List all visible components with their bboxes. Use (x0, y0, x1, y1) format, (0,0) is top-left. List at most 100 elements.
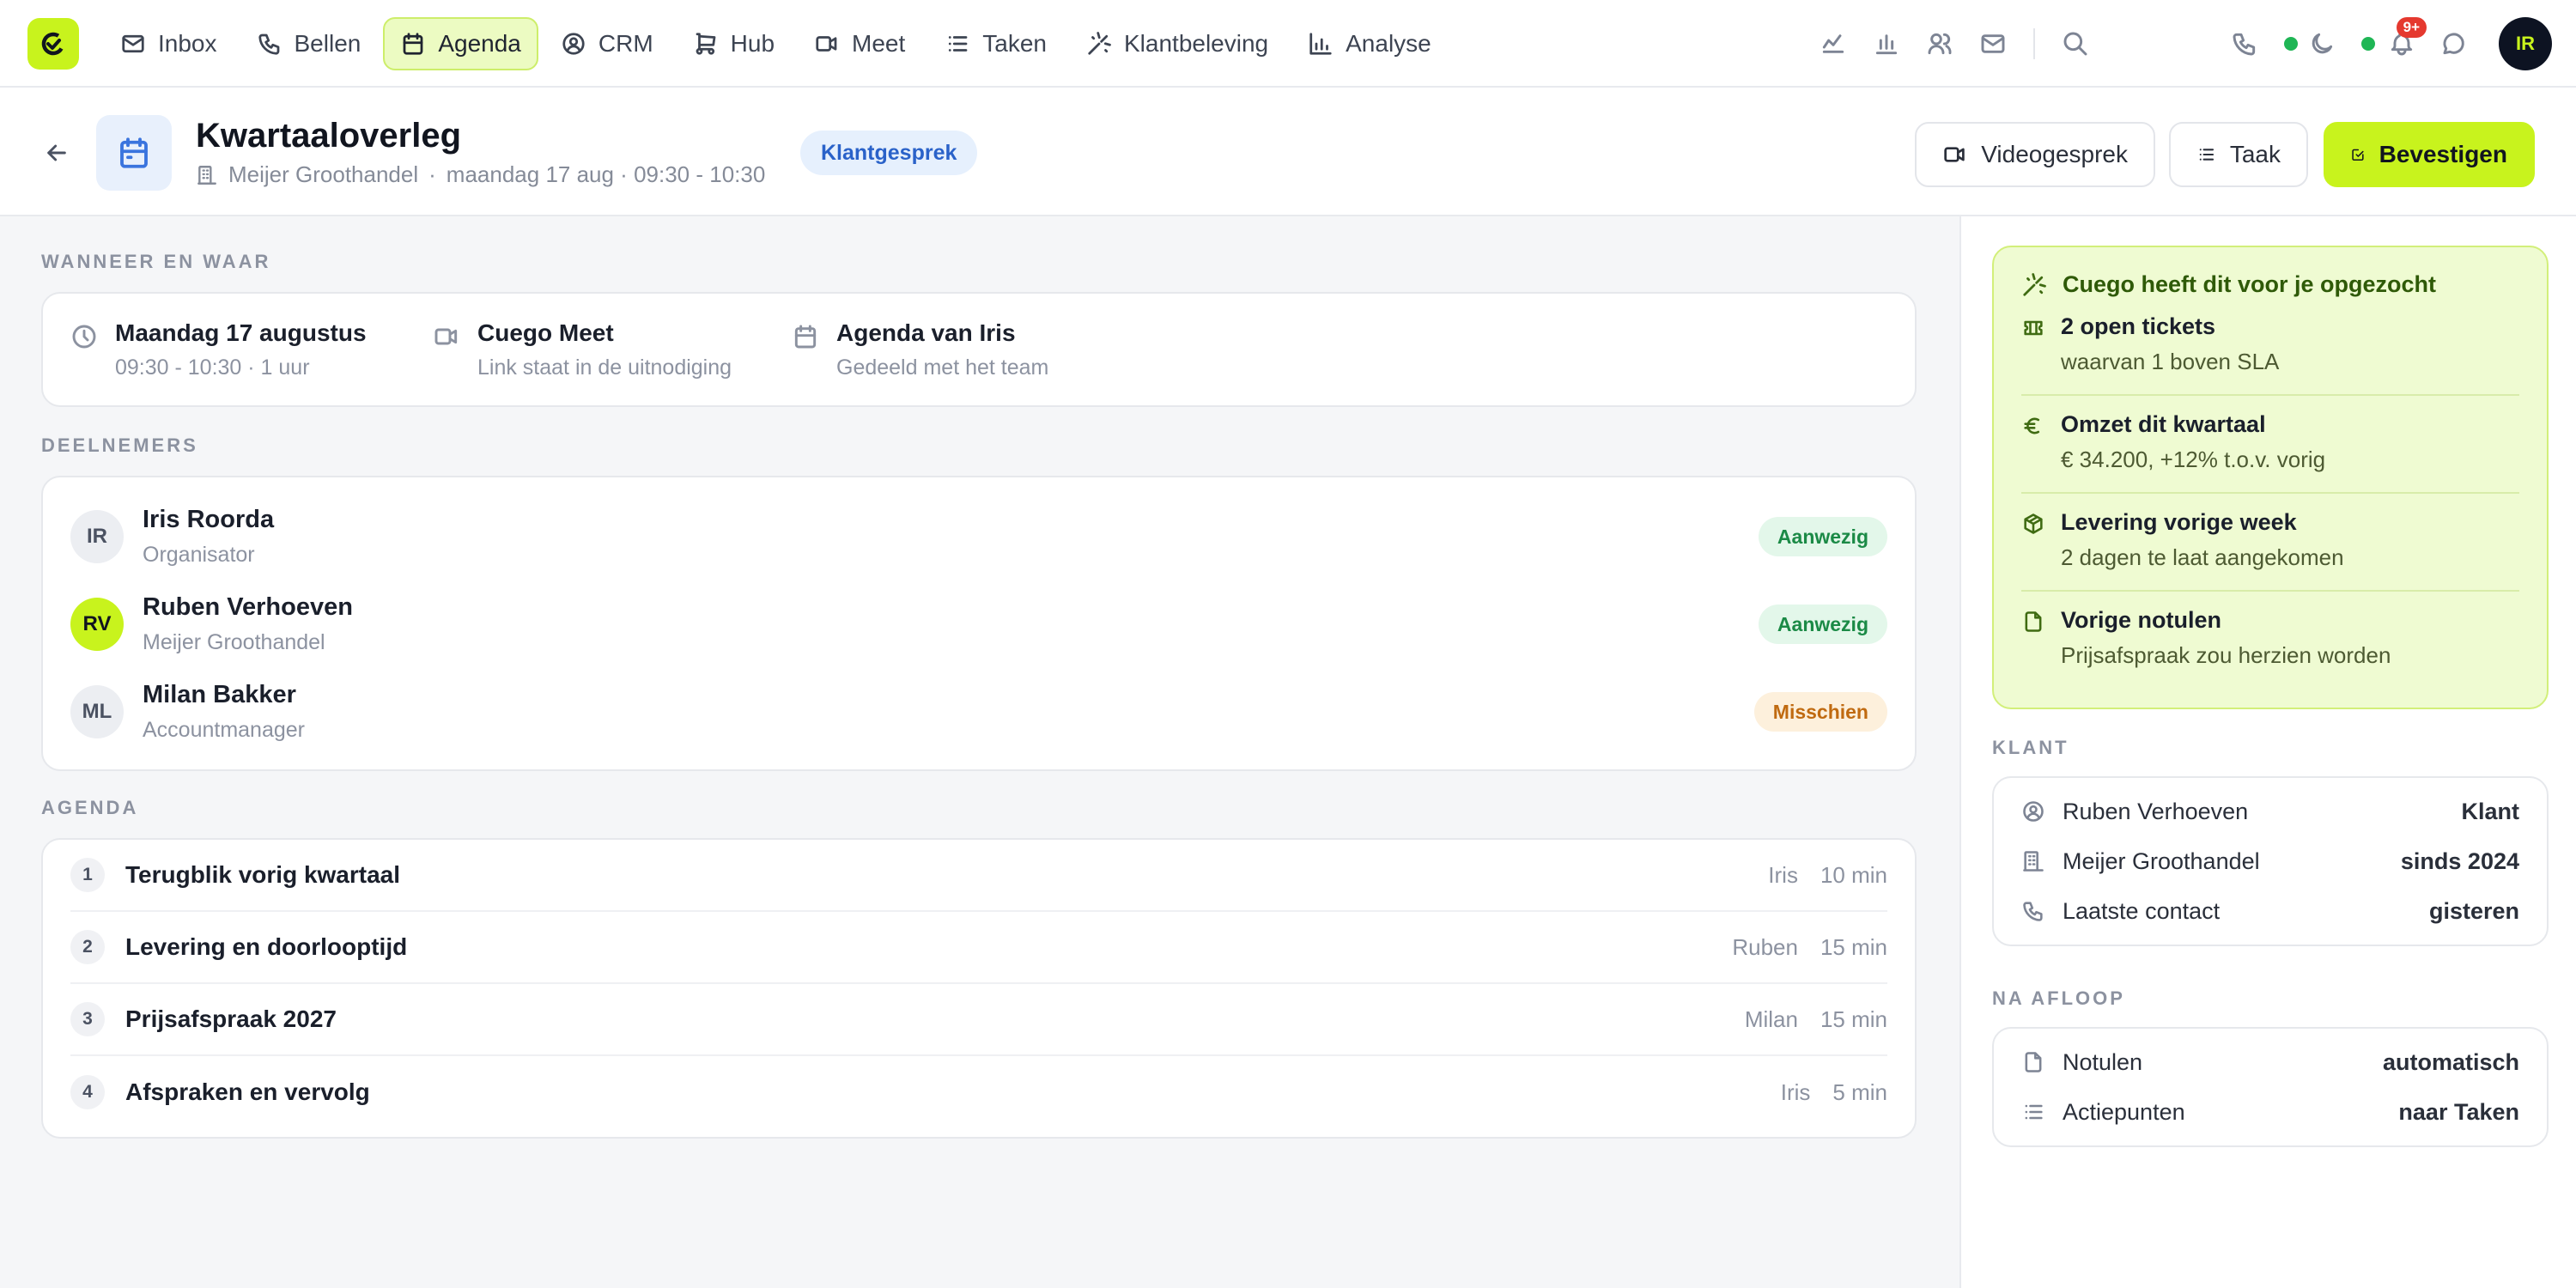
list-icon (949, 36, 968, 52)
when-item-calendar[interactable]: Agenda van Iris Gedeeld met het team (792, 319, 1048, 380)
confirm-button[interactable]: Bevestigen (2324, 122, 2535, 187)
insight-title: Vorige notulen (2061, 607, 2221, 633)
app-logo[interactable] (27, 18, 79, 70)
after-value: naar Taken (2398, 1098, 2519, 1125)
client-company-row[interactable]: Meijer Groothandel sinds 2024 (2021, 836, 2519, 886)
nav-item-inbox[interactable]: Inbox (103, 17, 234, 70)
client-value: gisteren (2428, 897, 2519, 924)
insight-desc: 2 dagen te laat aangekomen (2061, 544, 2344, 570)
agenda-item[interactable]: 2 Levering en doorlooptijd Ruben 15 min (70, 912, 1887, 984)
insight-item[interactable]: 2 open tickets waarvan 1 boven SLA (2021, 298, 2519, 396)
nav-item-agenda[interactable]: Agenda (383, 17, 538, 70)
agenda-owner: Ruben (1732, 933, 1798, 960)
trend-button[interactable] (1807, 17, 1860, 70)
back-button[interactable] (38, 134, 76, 172)
video-icon (434, 328, 458, 345)
participant-role: Organisator (143, 543, 255, 567)
subtitle-separator: · (428, 161, 436, 187)
agenda-owner: Milan (1744, 1005, 1798, 1032)
agenda-title: Levering en doorlooptijd (125, 933, 408, 960)
notification-badge: 9+ (2396, 17, 2427, 38)
list-icon (2025, 1104, 2043, 1120)
participant-name: Iris Roorda (143, 506, 275, 533)
ai-insights-header: Cuego heeft dit voor je opgezocht (2021, 271, 2519, 298)
chat-button[interactable] (2428, 17, 2482, 70)
insight-desc: Prijsafspraak zou herzien worden (2061, 642, 2391, 668)
nav-item-analyse[interactable]: Analyse (1291, 17, 1449, 70)
task-button[interactable]: Taak (2169, 122, 2308, 187)
insight-desc: waarvan 1 boven SLA (2061, 349, 2280, 374)
insight-item[interactable]: Omzet dit kwartaal € 34.200, +12% t.o.v.… (2021, 396, 2519, 494)
euro-icon (2024, 417, 2040, 434)
page-header: Kwartaaloverleg Meijer Groothandel · maa… (0, 88, 2576, 216)
insight-title: 2 open tickets (2061, 313, 2216, 339)
messages-button[interactable] (1966, 17, 2020, 70)
phone-icon (2023, 902, 2043, 921)
when-item-location[interactable]: Cuego Meet Link staat in de uitnodiging (433, 319, 747, 380)
participant-name: Ruben Verhoeven (143, 593, 353, 621)
event-company: Meijer Groothandel (228, 161, 419, 187)
video-call-button[interactable]: Videogesprek (1915, 122, 2155, 187)
nav-item-klantbeleving[interactable]: Klantbeleving (1069, 17, 1285, 70)
clock-icon (72, 325, 96, 349)
nav-item-bellen[interactable]: Bellen (240, 17, 379, 70)
agenda-item[interactable]: 4 Afspraken en vervolg Iris 5 min (70, 1056, 1887, 1128)
participant-row[interactable]: ML Milan Bakker Accountmanager Misschien (70, 668, 1887, 756)
video-icon (816, 36, 837, 52)
stats-button[interactable] (1860, 17, 1913, 70)
confirm-label: Bevestigen (2379, 141, 2507, 167)
user-circle-icon (2023, 801, 2044, 822)
client-contact-row[interactable]: Ruben Verhoeven Klant (2021, 787, 2519, 836)
search-button[interactable] (2049, 17, 2102, 70)
agenda-title: Afspraken en vervolg (125, 1078, 370, 1105)
section-label-client: KLANT (1992, 737, 2069, 758)
nav-item-label: Bellen (294, 30, 361, 57)
context-sidebar: Cuego heeft dit voor je opgezocht 2 open… (1959, 216, 2576, 1288)
nav-item-label: Hub (730, 30, 775, 57)
notifications-button[interactable]: 9+ (2375, 17, 2428, 70)
insight-item[interactable]: Vorige notulen Prijsafspraak zou herzien… (2021, 592, 2519, 688)
nav-item-label: Agenda (438, 30, 521, 57)
nav-item-label: Inbox (158, 30, 217, 57)
top-navigation: Inbox Bellen Agenda CRM Hub Meet Taken K… (0, 0, 2576, 88)
when-sub: Gedeeld met het team (836, 355, 1049, 380)
nav-item-meet[interactable]: Meet (797, 17, 922, 70)
nav-item-crm[interactable]: CRM (544, 17, 671, 70)
video-call-label: Videogesprek (1981, 141, 2128, 167)
avatar: IR (70, 510, 124, 563)
user-avatar[interactable]: IR (2499, 17, 2552, 70)
event-subtitle: Meijer Groothandel · maandag 17 aug · 09… (196, 161, 765, 188)
agenda-duration: 5 min (1832, 1078, 1887, 1105)
when-title: Maandag 17 augustus (115, 319, 367, 346)
agenda-item[interactable]: 1 Terugblik vorig kwartaal Iris 10 min (70, 840, 1887, 912)
calendar-icon (794, 325, 817, 349)
online-status-dot (2284, 37, 2298, 51)
agenda-number: 4 (70, 1075, 105, 1109)
package-icon (2024, 513, 2043, 534)
participant-row[interactable]: IR Iris Roorda Organisator Aanwezig (70, 493, 1887, 580)
page-title: Kwartaaloverleg (196, 117, 462, 155)
calendar-icon (120, 137, 148, 168)
phone-status-button[interactable] (2231, 17, 2298, 70)
theme-toggle[interactable] (2308, 17, 2375, 70)
nav-item-hub[interactable]: Hub (676, 17, 792, 70)
agenda-item[interactable]: 3 Prijsafspraak 2027 Milan 15 min (70, 984, 1887, 1056)
agenda-duration: 15 min (1820, 1005, 1887, 1032)
building-icon (197, 165, 216, 185)
insight-title: Levering vorige week (2061, 509, 2297, 535)
nav-item-taken[interactable]: Taken (927, 17, 1064, 70)
participant-row[interactable]: RV Ruben Verhoeven Meijer Groothandel Aa… (70, 580, 1887, 668)
insight-item[interactable]: Levering vorige week 2 dagen te laat aan… (2021, 494, 2519, 592)
insight-title: Omzet dit kwartaal (2061, 411, 2266, 437)
section-label-participants: DEELNEMERS (41, 434, 198, 456)
moon-icon (2312, 33, 2333, 54)
when-item-date: Maandag 17 augustus 09:30 - 10:30 · 1 uu… (70, 319, 388, 380)
event-datetime: maandag 17 aug · 09:30 - 10:30 (446, 161, 766, 187)
after-actions-row[interactable]: Actiepunten naar Taken (2021, 1087, 2519, 1137)
status-dot (2361, 37, 2375, 51)
event-type-badge: Klantgesprek (800, 131, 978, 175)
arrow-left-icon (47, 144, 66, 161)
after-minutes-row[interactable]: Notulen automatisch (2021, 1037, 2519, 1087)
team-button[interactable] (1913, 17, 1966, 70)
phone-icon (258, 33, 279, 55)
